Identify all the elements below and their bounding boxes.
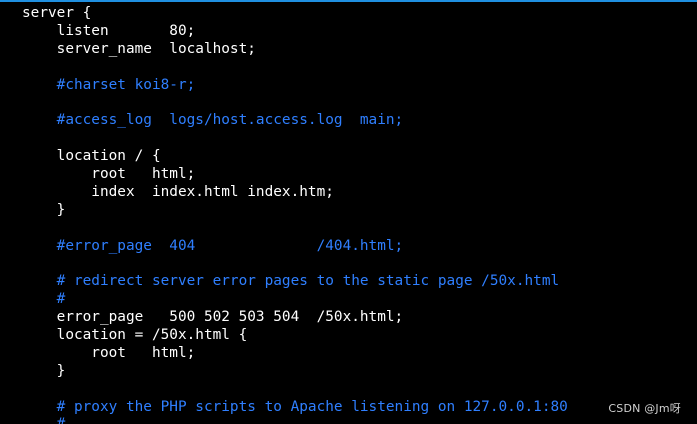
- comment-line: #error_page 404 /404.html;: [22, 237, 404, 254]
- code-line: root html;: [22, 166, 196, 183]
- comment-line: #: [22, 416, 568, 424]
- code-editor-area[interactable]: server { listen 80; server_name localhos…: [22, 5, 568, 424]
- code-line: index index.html index.htm;: [22, 183, 334, 200]
- code-line: location = /50x.html {: [22, 327, 248, 344]
- terminal-window[interactable]: server { listen 80; server_name localhos…: [0, 0, 697, 424]
- code-line: listen 80;: [22, 22, 196, 39]
- code-line: }: [22, 362, 66, 379]
- watermark-label: CSDN @Jm呀: [608, 402, 681, 415]
- window-top-border: [0, 0, 697, 2]
- code-line: root html;: [22, 344, 196, 361]
- code-line: location / {: [22, 148, 161, 165]
- comment-line: # proxy the PHP scripts to Apache listen…: [22, 398, 568, 415]
- code-line: error_page 500 502 503 504 /50x.html;: [22, 309, 404, 326]
- comment-line: #charset koi8-r;: [22, 76, 196, 93]
- code-line: }: [22, 201, 66, 218]
- comment-line: # redirect server error pages to the sta…: [22, 273, 560, 290]
- comment-line: #access_log logs/host.access.log main;: [22, 112, 404, 129]
- code-line: server_name localhost;: [22, 40, 256, 57]
- comment-line: #: [22, 291, 66, 308]
- code-line: server {: [22, 5, 92, 21]
